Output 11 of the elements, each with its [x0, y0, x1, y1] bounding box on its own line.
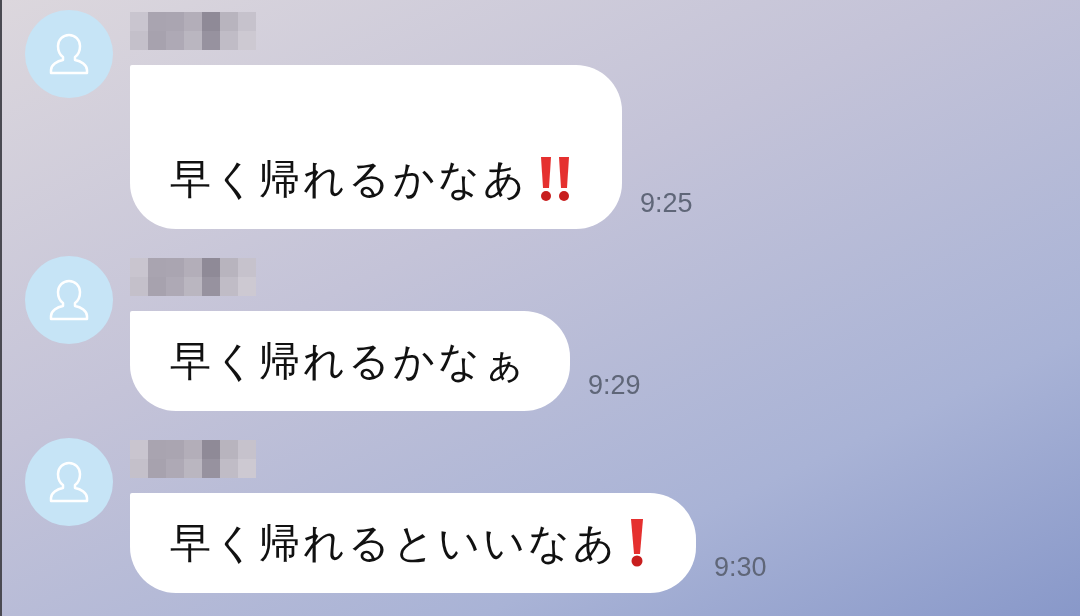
message-text: 早く帰れるかなぁ: [170, 336, 528, 387]
avatar-silhouette-icon: [25, 256, 113, 344]
message-text: 早く帰れるかなあ: [170, 154, 528, 205]
message-time: 9:30: [714, 553, 767, 581]
avatar-silhouette-icon: [25, 10, 113, 98]
double-exclamation-icon: [540, 157, 570, 201]
message-text: 早く帰れるといいなあ: [170, 518, 618, 569]
message-time: 9:25: [640, 189, 693, 217]
avatar-silhouette-icon: [25, 438, 113, 526]
exclamation-icon: [630, 519, 644, 567]
message-time: 9:29: [588, 371, 641, 399]
